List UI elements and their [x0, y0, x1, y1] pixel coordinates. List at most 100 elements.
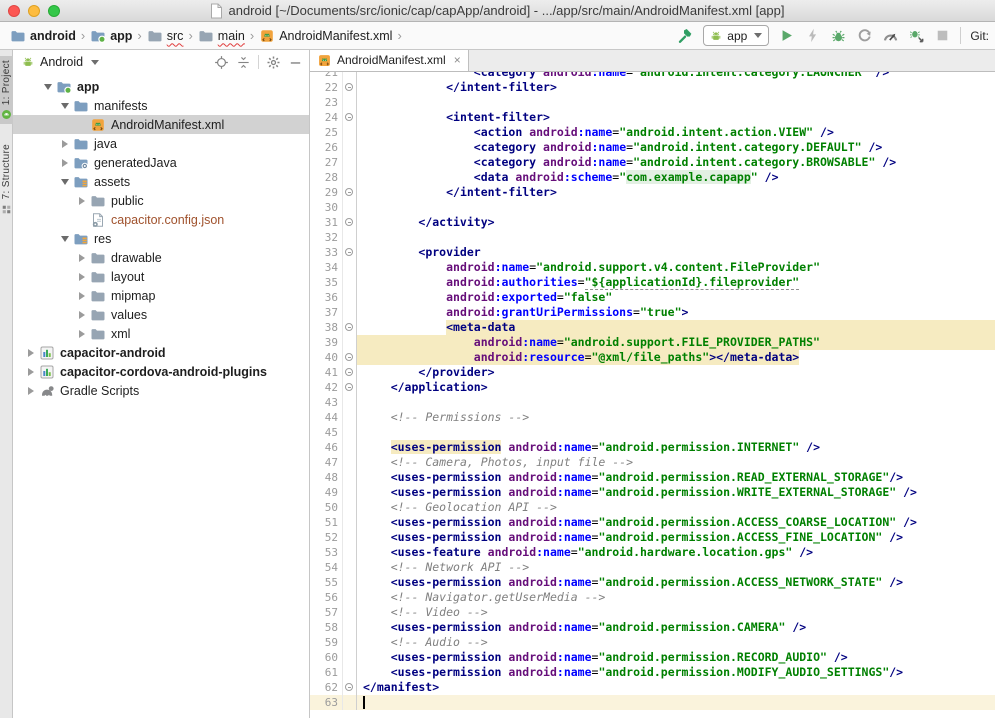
- code-line-content[interactable]: <provider: [357, 245, 995, 260]
- tree-item-drawable[interactable]: drawable: [13, 248, 309, 267]
- minimize-window-button[interactable]: [28, 5, 40, 17]
- tree-item-layout[interactable]: layout: [13, 267, 309, 286]
- code-line-30[interactable]: 30: [310, 200, 995, 215]
- tree-item-gradle-scripts[interactable]: Gradle Scripts: [13, 381, 309, 400]
- fold-end-icon[interactable]: [345, 368, 353, 376]
- code-line-content[interactable]: <uses-permission android:name="android.p…: [357, 620, 995, 635]
- line-number[interactable]: 61: [310, 665, 343, 680]
- code-line-content[interactable]: <category android:name="android.intent.c…: [357, 140, 995, 155]
- line-number[interactable]: 35: [310, 275, 343, 290]
- code-line-42[interactable]: 42 </application>: [310, 380, 995, 395]
- line-number[interactable]: 37: [310, 305, 343, 320]
- breadcrumb-item-main[interactable]: main: [196, 27, 247, 45]
- code-line-content[interactable]: [357, 95, 995, 110]
- code-line-63[interactable]: 63: [310, 695, 995, 710]
- code-line-content[interactable]: <!-- Video -->: [357, 605, 995, 620]
- line-number[interactable]: 40: [310, 350, 343, 365]
- code-line-34[interactable]: 34 android:name="android.support.v4.cont…: [310, 260, 995, 275]
- code-line-25[interactable]: 25 <action android:name="android.intent.…: [310, 125, 995, 140]
- line-number[interactable]: 53: [310, 545, 343, 560]
- breadcrumb-item-app[interactable]: app: [88, 27, 134, 45]
- line-number[interactable]: 32: [310, 230, 343, 245]
- debug-button-icon[interactable]: [830, 27, 847, 44]
- tree-item-assets[interactable]: assets: [13, 172, 309, 191]
- line-number[interactable]: 51: [310, 515, 343, 530]
- line-number[interactable]: 59: [310, 635, 343, 650]
- code-line-content[interactable]: <category android:name="android.intent.c…: [357, 155, 995, 170]
- code-line-53[interactable]: 53 <uses-feature android:name="android.h…: [310, 545, 995, 560]
- tree-item-res[interactable]: res: [13, 229, 309, 248]
- code-line-content[interactable]: <uses-permission android:name="android.p…: [357, 665, 995, 680]
- line-number[interactable]: 25: [310, 125, 343, 140]
- code-line-content[interactable]: <category android:name="android.intent.c…: [357, 72, 995, 80]
- code-line-48[interactable]: 48 <uses-permission android:name="androi…: [310, 470, 995, 485]
- fold-end-icon[interactable]: [345, 353, 353, 361]
- code-line-43[interactable]: 43: [310, 395, 995, 410]
- code-line-content[interactable]: <uses-permission android:name="android.p…: [357, 485, 995, 500]
- code-line-content[interactable]: android:resource="@xml/file_paths"></met…: [357, 350, 995, 365]
- tool-window-button-project[interactable]: 1: Project: [0, 56, 13, 124]
- code-line-23[interactable]: 23: [310, 95, 995, 110]
- run-button-icon[interactable]: [778, 27, 795, 44]
- code-line-45[interactable]: 45: [310, 425, 995, 440]
- code-line-content[interactable]: <meta-data: [357, 320, 995, 335]
- fold-start-icon[interactable]: [345, 248, 353, 256]
- tree-item-manifests[interactable]: manifests: [13, 96, 309, 115]
- fold-end-icon[interactable]: [345, 218, 353, 226]
- code-line-content[interactable]: android:exported="false": [357, 290, 995, 305]
- code-line-content[interactable]: [357, 230, 995, 245]
- build-hammer-icon[interactable]: [677, 27, 694, 44]
- code-line-content[interactable]: </provider>: [357, 365, 995, 380]
- code-line-content[interactable]: [357, 200, 995, 215]
- line-number[interactable]: 57: [310, 605, 343, 620]
- chevron-collapsed-icon[interactable]: [59, 138, 71, 150]
- tree-item-androidmanifest-xml[interactable]: AndroidManifest.xml: [13, 115, 309, 134]
- fold-end-icon[interactable]: [345, 188, 353, 196]
- code-line-57[interactable]: 57 <!-- Video -->: [310, 605, 995, 620]
- code-line-content[interactable]: [357, 395, 995, 410]
- tree-item-java[interactable]: java: [13, 134, 309, 153]
- code-line-31[interactable]: 31 </activity>: [310, 215, 995, 230]
- chevron-collapsed-icon[interactable]: [76, 328, 88, 340]
- line-number[interactable]: 54: [310, 560, 343, 575]
- code-line-content[interactable]: </application>: [357, 380, 995, 395]
- line-number[interactable]: 38: [310, 320, 343, 335]
- tree-item-generatedjava[interactable]: generatedJava: [13, 153, 309, 172]
- line-number[interactable]: 28: [310, 170, 343, 185]
- tree-item-values[interactable]: values: [13, 305, 309, 324]
- line-number[interactable]: 42: [310, 380, 343, 395]
- code-line-38[interactable]: 38 <meta-data: [310, 320, 995, 335]
- code-line-26[interactable]: 26 <category android:name="android.inten…: [310, 140, 995, 155]
- code-line-content[interactable]: <action android:name="android.intent.act…: [357, 125, 995, 140]
- code-line-44[interactable]: 44 <!-- Permissions -->: [310, 410, 995, 425]
- attach-debugger-icon[interactable]: [908, 27, 925, 44]
- line-number[interactable]: 63: [310, 695, 343, 710]
- tree-item-mipmap[interactable]: mipmap: [13, 286, 309, 305]
- code-line-59[interactable]: 59 <!-- Audio -->: [310, 635, 995, 650]
- line-number[interactable]: 33: [310, 245, 343, 260]
- code-line-27[interactable]: 27 <category android:name="android.inten…: [310, 155, 995, 170]
- code-line-22[interactable]: 22 </intent-filter>: [310, 80, 995, 95]
- code-line-33[interactable]: 33 <provider: [310, 245, 995, 260]
- code-line-46[interactable]: 46 <uses-permission android:name="androi…: [310, 440, 995, 455]
- code-line-36[interactable]: 36 android:exported="false": [310, 290, 995, 305]
- zoom-window-button[interactable]: [48, 5, 60, 17]
- breadcrumb-item-src[interactable]: src: [145, 27, 186, 45]
- code-line-content[interactable]: [357, 695, 995, 710]
- code-line-content[interactable]: <!-- Camera, Photos, input file -->: [357, 455, 995, 470]
- chevron-collapsed-icon[interactable]: [76, 309, 88, 321]
- tree-item-capacitor-android[interactable]: capacitor-android: [13, 343, 309, 362]
- tab-androidmanifest-xml[interactable]: AndroidManifest.xml ×: [310, 50, 469, 71]
- code-editor[interactable]: 21 <category android:name="android.inten…: [310, 72, 995, 718]
- fold-start-icon[interactable]: [345, 323, 353, 331]
- line-number[interactable]: 31: [310, 215, 343, 230]
- line-number[interactable]: 21: [310, 72, 343, 80]
- apply-changes-icon[interactable]: [804, 27, 821, 44]
- code-line-content[interactable]: <intent-filter>: [357, 110, 995, 125]
- line-number[interactable]: 24: [310, 110, 343, 125]
- code-line-content[interactable]: </manifest>: [357, 680, 995, 695]
- breadcrumb-item-androidmanifest-xml[interactable]: AndroidManifest.xml: [257, 27, 394, 45]
- code-line-content[interactable]: <!-- Permissions -->: [357, 410, 995, 425]
- fold-end-icon[interactable]: [345, 83, 353, 91]
- hide-panel-icon[interactable]: [288, 55, 303, 70]
